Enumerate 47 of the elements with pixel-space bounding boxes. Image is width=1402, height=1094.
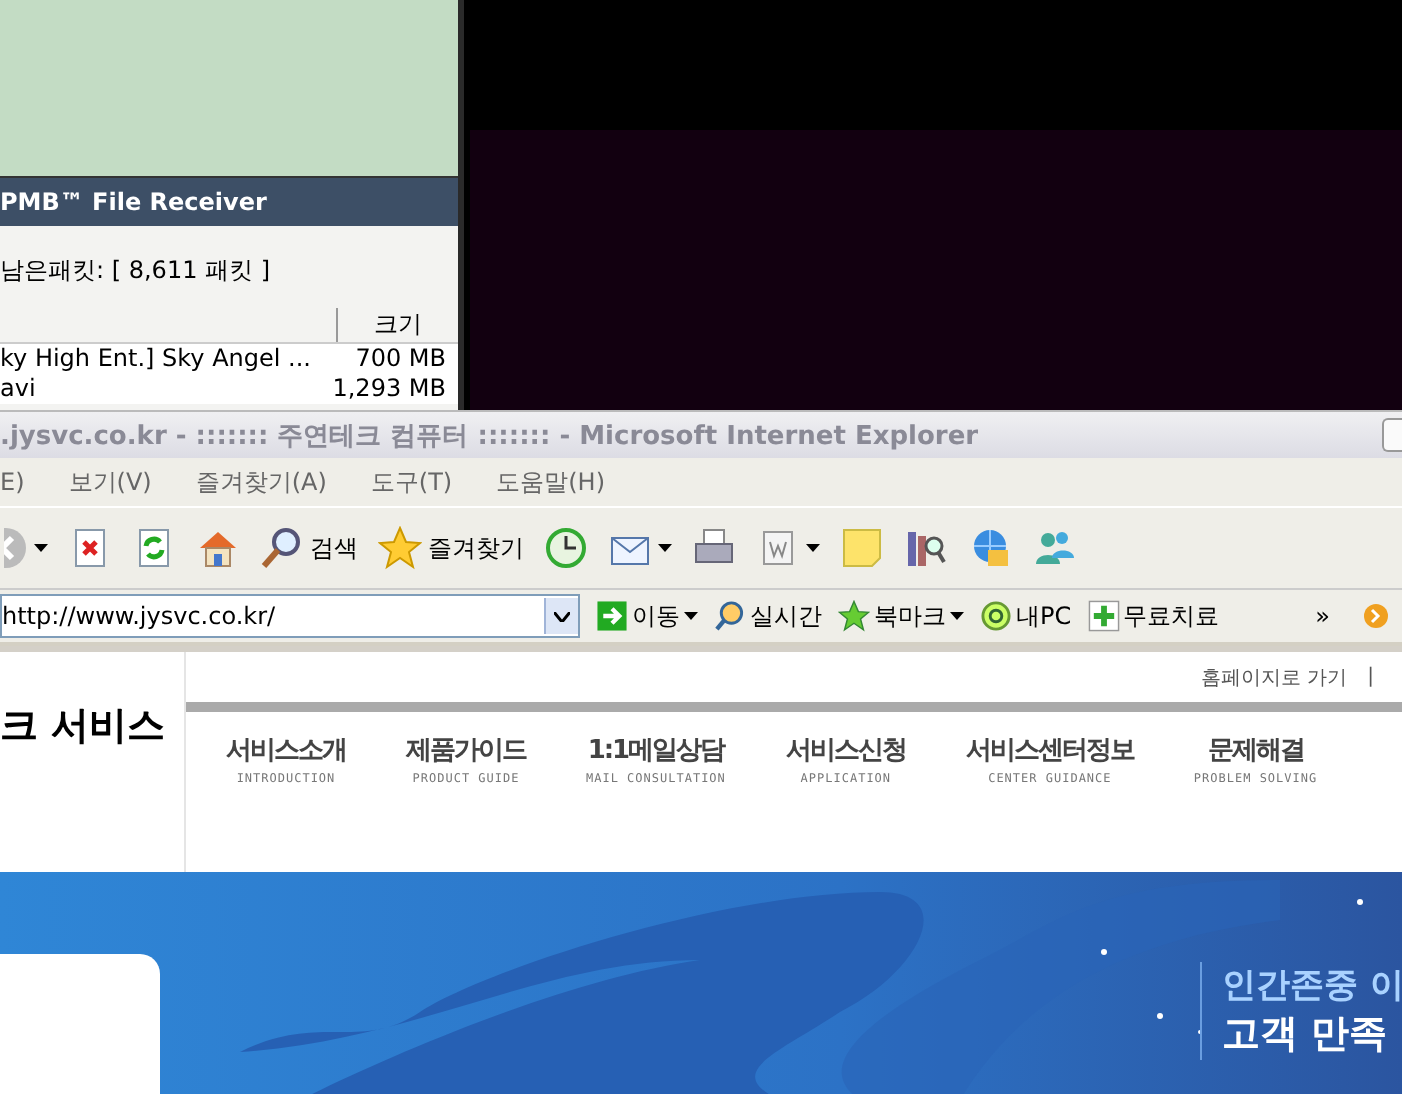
books-icon — [904, 526, 948, 570]
people-icon — [1032, 526, 1076, 570]
link-button[interactable]: 북마크 — [838, 599, 964, 633]
link-button[interactable]: 내PC — [980, 599, 1072, 633]
window-title: .jysvc.co.kr - ::::::: 주연테크 컴퓨터 ::::::: - Microsoft Internet Explorer — [0, 419, 979, 453]
file-name: avi — [0, 374, 36, 404]
file-name: ky High Ent.] Sky Angel ... — [0, 344, 311, 374]
address-combobox[interactable]: http://www.jysvc.co.kr/ — [0, 594, 580, 638]
star-icon — [378, 526, 422, 570]
star-icon — [838, 600, 870, 632]
note-icon — [840, 526, 884, 570]
caret-icon — [658, 544, 672, 552]
home-link[interactable]: 홈페이지로 가기 — [1200, 663, 1348, 691]
globe-icon — [968, 526, 1012, 570]
menu-item[interactable]: 보기(V) — [68, 465, 152, 499]
toolbar-button[interactable]: 검색 — [256, 526, 362, 570]
link-button[interactable]: 실시간 — [714, 599, 822, 633]
site-logo[interactable]: 크 서비스 — [0, 652, 184, 872]
window-title: PMB™ File Receiver — [0, 178, 458, 226]
dropdown-icon — [554, 611, 570, 621]
menu-item[interactable]: 도구(T) — [370, 465, 453, 499]
link-button[interactable]: 무료치료 — [1087, 599, 1220, 633]
packet-count: 남은패킷: [ 8,611 패킷 ] — [0, 254, 273, 288]
file-size: 700 MB — [355, 344, 446, 374]
column-header[interactable]: 크기 — [336, 307, 458, 341]
caret-icon — [950, 612, 964, 620]
url-input[interactable]: http://www.jysvc.co.kr/ — [2, 602, 522, 630]
banner-slogan: 고객 만족 — [1222, 1010, 1390, 1060]
file-size: 1,293 MB — [332, 374, 446, 404]
toolbar-button[interactable]: 즐겨찾기 — [374, 526, 528, 570]
menu-item[interactable]: 도움말(H) — [496, 465, 606, 499]
more-button[interactable]: » — [1315, 602, 1330, 630]
caret-icon — [34, 544, 48, 552]
banner-slogan: 인간존중 이 — [1222, 964, 1402, 1008]
menu-item[interactable]: 즐겨찾기(A) — [195, 465, 327, 499]
search-icon — [260, 526, 304, 570]
toolbar-icon-button[interactable] — [0, 526, 52, 570]
caret-icon — [806, 544, 820, 552]
minimize-button[interactable] — [1382, 418, 1402, 452]
separator: | — [1367, 666, 1374, 688]
link-button[interactable]: 이동 — [596, 599, 698, 633]
history-icon — [544, 526, 588, 570]
menu-item[interactable]: E) — [0, 468, 25, 496]
plus-icon — [1087, 600, 1120, 632]
caret-icon — [684, 612, 698, 620]
arrow-icon — [596, 600, 628, 632]
home-icon — [196, 526, 240, 570]
